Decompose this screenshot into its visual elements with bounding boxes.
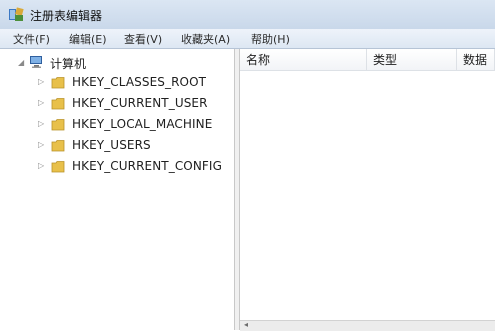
expand-arrow-icon[interactable]: ▷ (38, 119, 44, 128)
tree-item-hklm[interactable]: ▷ HKEY_LOCAL_MACHINE (0, 116, 230, 134)
folder-icon (51, 77, 65, 89)
column-header-data[interactable]: 数据 (457, 49, 495, 71)
folder-icon (51, 140, 65, 152)
menu-favorites[interactable]: 收藏夹(A) (181, 31, 230, 47)
column-header-type[interactable]: 类型 (367, 49, 457, 71)
folder-icon (51, 119, 65, 131)
tree-item-label: HKEY_CLASSES_ROOT (72, 75, 207, 89)
tree-root-label: 计算机 (50, 57, 87, 71)
expand-arrow-icon[interactable]: ▷ (38, 161, 44, 170)
tree-item-label: HKEY_USERS (72, 138, 151, 152)
menu-bar: 文件(F) 编辑(E) 查看(V) 收藏夹(A) 帮助(H) (0, 29, 495, 49)
folder-icon (51, 98, 65, 110)
column-header-type-label: 类型 (373, 53, 398, 67)
tree-item-hku[interactable]: ▷ HKEY_USERS (0, 137, 230, 155)
menu-edit[interactable]: 编辑(E) (69, 31, 107, 47)
folder-icon (51, 161, 65, 173)
tree-item-hkcc[interactable]: ▷ HKEY_CURRENT_CONFIG (0, 158, 230, 176)
tree-item-hkcu[interactable]: ▷ HKEY_CURRENT_USER (0, 95, 230, 113)
collapse-arrow-icon[interactable]: ◢ (18, 58, 24, 67)
regedit-app-icon (9, 7, 24, 21)
registry-tree-pane[interactable]: ◢ 计算机 ▷ HKEY_CLASSES_ROOT ▷ HKEY_CURRENT… (0, 49, 235, 330)
tree-item-label: HKEY_CURRENT_USER (72, 96, 208, 110)
title-bar: 注册表编辑器 (0, 0, 495, 29)
expand-arrow-icon[interactable]: ▷ (38, 77, 44, 86)
tree-item-label: HKEY_CURRENT_CONFIG (72, 159, 222, 173)
values-list-pane[interactable]: 名称 类型 数据 (240, 49, 495, 330)
column-header-name[interactable]: 名称 (240, 49, 367, 71)
window-title: 注册表编辑器 (30, 9, 103, 23)
tree-root-computer[interactable]: ◢ 计算机 (0, 54, 230, 72)
computer-icon (30, 56, 42, 68)
column-header-data-label: 数据 (463, 53, 488, 67)
menu-help[interactable]: 帮助(H) (251, 31, 290, 47)
column-header-name-label: 名称 (246, 53, 271, 67)
expand-arrow-icon[interactable]: ▷ (38, 98, 44, 107)
menu-view[interactable]: 查看(V) (124, 31, 162, 47)
horizontal-scrollbar[interactable]: ◂ (240, 320, 495, 331)
menu-file[interactable]: 文件(F) (13, 31, 50, 47)
expand-arrow-icon[interactable]: ▷ (38, 140, 44, 149)
tree-item-label: HKEY_LOCAL_MACHINE (72, 117, 213, 131)
tree-item-hkcr[interactable]: ▷ HKEY_CLASSES_ROOT (0, 74, 230, 92)
scroll-left-arrow-icon[interactable]: ◂ (244, 320, 248, 329)
